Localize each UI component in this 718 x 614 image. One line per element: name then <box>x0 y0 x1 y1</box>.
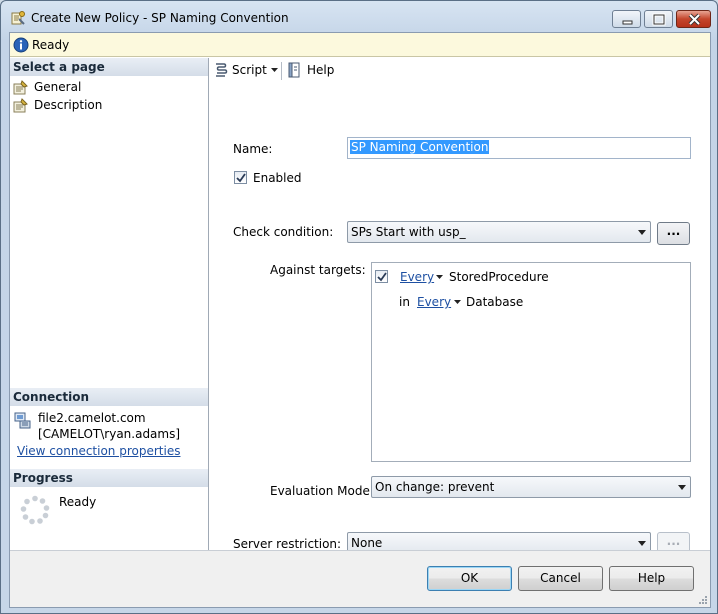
server-restriction-label: Server restriction: <box>233 537 342 551</box>
check-condition-value: SPs Start with usp_ <box>351 225 466 239</box>
left-pane: Select a page General Description Connec… <box>10 58 209 550</box>
script-label: Script <box>232 63 267 77</box>
connection-user: [CAMELOT\ryan.adams] <box>38 427 181 441</box>
title-bar[interactable]: Create New Policy - SP Naming Convention <box>1 1 717 33</box>
enabled-checkbox[interactable] <box>234 171 247 184</box>
status-bar: Ready <box>10 33 710 57</box>
chevron-down-icon <box>678 485 686 490</box>
right-pane: Script Help Name: SP Naming Convention E… <box>210 58 710 555</box>
check-condition-browse-button[interactable]: ... <box>657 222 690 245</box>
page-icon <box>13 80 28 95</box>
button-bar: OK Cancel Help <box>10 550 710 607</box>
database-type: Database <box>466 295 524 309</box>
minimize-button[interactable] <box>612 10 641 28</box>
server-connection-icon <box>14 412 31 429</box>
server-restriction-value: None <box>351 536 383 550</box>
target-in-label: in <box>399 295 410 309</box>
check-condition-dropdown[interactable]: SPs Start with usp_ <box>347 221 651 243</box>
help-toolbar-label: Help <box>307 63 335 77</box>
enabled-label: Enabled <box>253 171 302 185</box>
status-text: Ready <box>32 38 70 52</box>
close-button[interactable] <box>676 10 711 28</box>
name-input-value: SP Naming Convention <box>350 140 490 154</box>
page-item-label: General <box>34 80 82 94</box>
target-type: StoredProcedure <box>449 270 549 284</box>
name-input[interactable]: SP Naming Convention <box>347 137 691 159</box>
checkmark-icon <box>236 173 246 183</box>
help-button[interactable]: Help <box>609 566 694 591</box>
ok-button[interactable]: OK <box>427 566 512 591</box>
database-quantifier-link[interactable]: Every <box>417 295 451 309</box>
minimize-icon <box>622 20 633 25</box>
page-item-label: Description <box>34 98 103 112</box>
evaluation-mode-value: On change: prevent <box>375 480 495 494</box>
target-quantifier-link[interactable]: Every <box>400 270 434 284</box>
chevron-down-icon[interactable] <box>436 275 443 279</box>
checkmark-icon <box>377 272 387 282</box>
chevron-down-icon <box>638 230 646 235</box>
divider <box>233 202 691 203</box>
connection-server: file2.camelot.com <box>38 411 146 425</box>
close-icon <box>688 13 701 26</box>
cancel-button[interactable]: Cancel <box>518 566 603 591</box>
select-page-header: Select a page <box>10 58 208 76</box>
dialog-content: Ready Select a page General Description <box>9 32 711 608</box>
script-button[interactable]: Script <box>213 62 279 80</box>
resize-grip-icon[interactable] <box>698 595 708 605</box>
window-title: Create New Policy - SP Naming Convention <box>31 11 289 25</box>
view-connection-properties-link[interactable]: View connection properties <box>17 444 180 458</box>
divider <box>233 513 691 514</box>
help-toolbar-button[interactable]: Help <box>287 62 337 80</box>
toolbar: Script Help <box>210 58 710 82</box>
connection-header: Connection <box>10 388 208 406</box>
progress-spinner-icon <box>20 495 50 525</box>
dialog-window: Create New Policy - SP Naming Convention… <box>0 0 718 614</box>
info-icon <box>13 37 29 53</box>
evaluation-mode-dropdown[interactable]: On change: prevent <box>371 476 691 498</box>
against-targets-label: Against targets: <box>270 263 366 277</box>
progress-status: Ready <box>59 495 97 509</box>
name-label: Name: <box>233 142 273 156</box>
policy-icon <box>11 11 25 25</box>
maximize-button[interactable] <box>644 10 673 28</box>
maximize-icon <box>652 13 666 26</box>
evaluation-mode-label: Evaluation Mode: <box>270 484 374 498</box>
progress-header: Progress <box>10 469 208 487</box>
toolbar-separator <box>281 62 282 80</box>
chevron-down-icon[interactable] <box>454 300 461 304</box>
help-book-icon <box>288 62 300 78</box>
chevron-down-icon[interactable] <box>271 68 278 73</box>
target-checkbox[interactable] <box>375 270 388 283</box>
script-icon <box>216 63 228 77</box>
check-condition-label: Check condition: <box>233 225 334 239</box>
page-icon <box>13 98 28 113</box>
chevron-down-icon <box>638 541 646 546</box>
targets-panel: Every StoredProcedure in Every Database <box>371 262 691 462</box>
